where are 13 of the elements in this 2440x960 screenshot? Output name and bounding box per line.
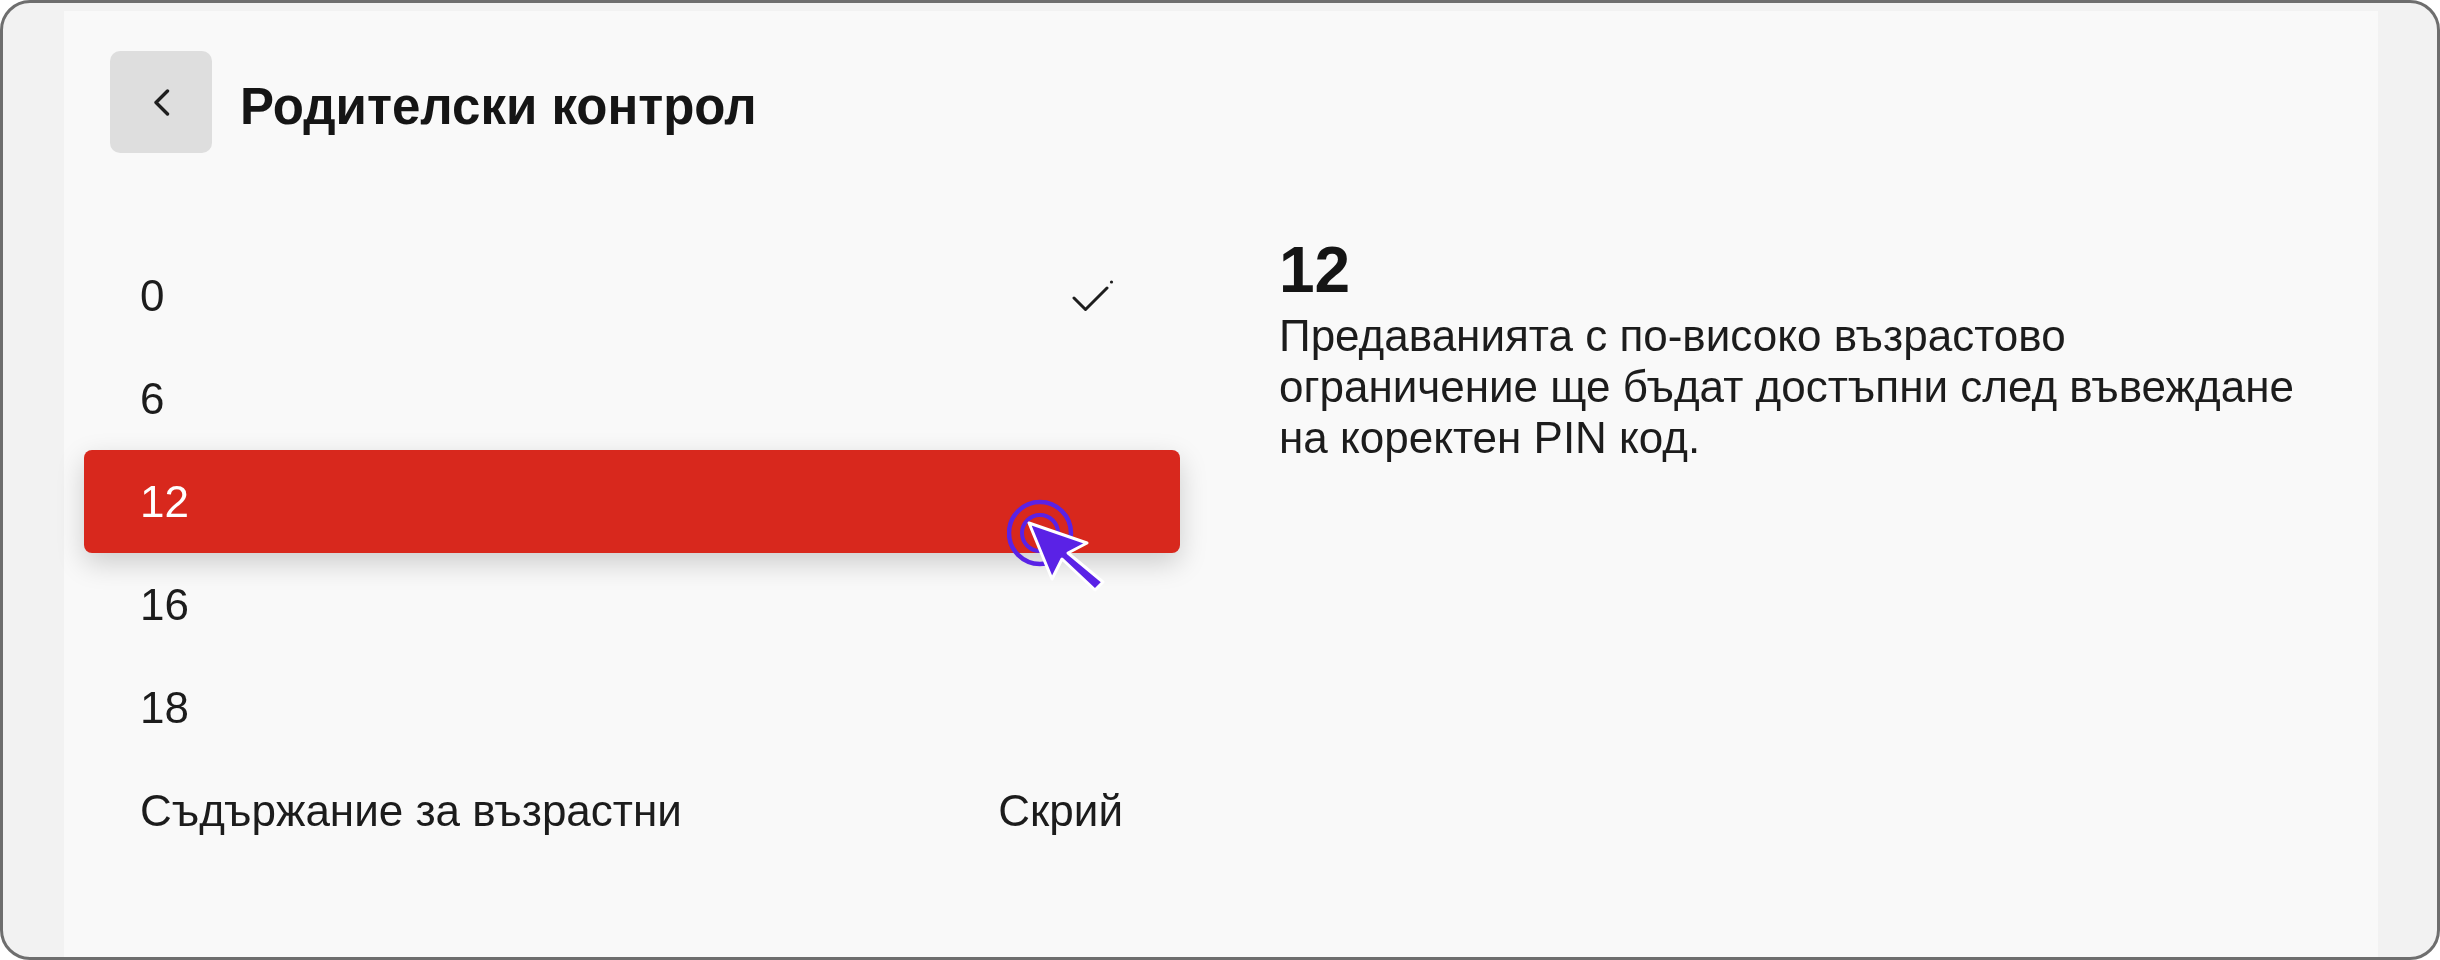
- list-item[interactable]: 6: [84, 347, 1180, 450]
- rating-heading: 12: [1279, 236, 1352, 304]
- cursor-click-icon: [1007, 497, 1107, 593]
- setting-value: Скрий: [998, 785, 1123, 836]
- list-item[interactable]: Съдържание за възрастни Скрий: [84, 759, 1180, 862]
- list-item[interactable]: 18: [84, 656, 1180, 759]
- back-button[interactable]: [110, 51, 212, 153]
- page-title: Родителски контрол: [240, 77, 757, 137]
- list-item[interactable]: 12: [84, 450, 1180, 553]
- list-item[interactable]: 0: [84, 244, 1180, 347]
- rating-description: Предаванията с по-високо възрастово ограничение ще бъдат достъпни след въвеждане на коректен PIN код.: [1279, 310, 2295, 463]
- chevron-left-icon: [152, 88, 170, 116]
- list-item[interactable]: 16: [84, 553, 1180, 656]
